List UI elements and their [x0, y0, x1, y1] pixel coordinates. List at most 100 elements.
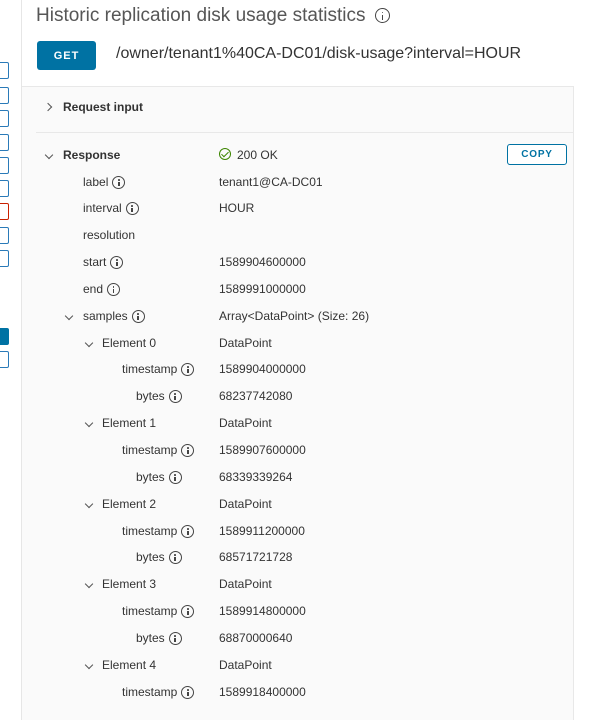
element-toggle[interactable]: Element 4 DataPoint — [0, 654, 590, 680]
field-key: timestamp — [122, 524, 195, 539]
bytes-row: bytes 68870000640 — [0, 627, 590, 653]
page-title-text: Historic replication disk usage statisti… — [36, 5, 366, 26]
field-key: interval — [83, 201, 139, 216]
field-key-text: timestamp — [122, 604, 178, 618]
element-toggle[interactable]: Element 3 DataPoint — [0, 573, 590, 599]
info-icon[interactable] — [131, 310, 145, 324]
element-label: Element 4 — [102, 658, 157, 672]
field-key-text: label — [83, 175, 109, 189]
element-label: Element 2 — [102, 497, 157, 511]
element-type: DataPoint — [219, 658, 272, 672]
field-key-text: samples — [83, 309, 128, 323]
chevron-down-icon — [84, 660, 94, 670]
bytes-value: 68870000640 — [219, 631, 293, 645]
field-value: 1589991000000 — [219, 282, 306, 296]
endpoint-path: /owner/tenant1%40CA-DC01/disk-usage?inte… — [116, 45, 522, 62]
timestamp-value: 1589918400000 — [219, 685, 306, 699]
bytes-value: 68571721728 — [219, 550, 293, 564]
status-text: 200 OK — [237, 148, 278, 162]
element-toggle[interactable]: Element 1 DataPoint — [0, 412, 590, 438]
info-icon[interactable] — [168, 551, 182, 565]
info-icon[interactable] — [112, 176, 126, 190]
chevron-down-icon — [84, 418, 94, 428]
info-icon[interactable] — [125, 202, 139, 216]
field-row-interval: interval HOUR — [0, 197, 590, 223]
rail-checkbox[interactable] — [0, 62, 9, 79]
success-check-icon — [219, 148, 231, 160]
timestamp-row: timestamp 1589907600000 — [0, 439, 590, 465]
field-key-text: bytes — [136, 631, 165, 645]
field-key: timestamp — [122, 685, 195, 700]
field-value: Array<DataPoint> (Size: 26) — [219, 309, 370, 323]
chevron-down-icon — [44, 150, 54, 160]
field-key: bytes — [136, 631, 182, 646]
field-key-text: timestamp — [122, 362, 178, 376]
timestamp-value: 1589911200000 — [219, 524, 305, 538]
field-key-text: resolution — [83, 228, 136, 242]
field-key-text: bytes — [136, 550, 165, 564]
element-type: DataPoint — [219, 577, 272, 591]
info-icon[interactable] — [181, 605, 195, 619]
info-icon[interactable] — [375, 8, 391, 24]
element-type: DataPoint — [219, 336, 272, 350]
bytes-row: bytes 68571721728 — [0, 546, 590, 572]
field-value: 1589904600000 — [219, 255, 306, 269]
field-key: bytes — [136, 550, 182, 565]
element-toggle[interactable]: Element 0 DataPoint — [0, 332, 590, 358]
info-icon[interactable] — [181, 444, 195, 458]
get-method-button[interactable]: GET — [37, 41, 96, 70]
field-key-text: timestamp — [122, 443, 178, 457]
bytes-row: bytes 68339339264 — [0, 466, 590, 492]
info-icon[interactable] — [168, 471, 182, 485]
copy-button[interactable]: COPY — [507, 144, 567, 165]
samples-toggle[interactable]: samples Array<DataPoint> (Size: 26) — [0, 305, 590, 331]
timestamp-value: 1589914800000 — [219, 604, 306, 618]
info-icon[interactable] — [181, 525, 195, 539]
chevron-down-icon — [84, 338, 94, 348]
page-title: Historic replication disk usage statisti… — [36, 5, 391, 27]
field-key-text: end — [83, 282, 104, 296]
bytes-row: bytes 68237742080 — [0, 385, 590, 411]
element-label: Element 1 — [102, 416, 157, 430]
element-type: DataPoint — [219, 497, 272, 511]
response-label: Response — [63, 148, 121, 162]
field-key: timestamp — [122, 362, 195, 377]
bytes-value: 68339339264 — [219, 470, 293, 484]
request-input-toggle[interactable]: Request input — [0, 96, 590, 122]
element-toggle[interactable]: Element 2 DataPoint — [0, 493, 590, 519]
timestamp-row: timestamp 1589904000000 — [0, 358, 590, 384]
field-key-text: start — [83, 255, 107, 269]
field-key: bytes — [136, 389, 182, 404]
field-row-start: start 1589904600000 — [0, 251, 590, 277]
bytes-value: 68237742080 — [219, 389, 293, 403]
field-value: tenant1@CA-DC01 — [219, 175, 323, 189]
info-icon[interactable] — [168, 390, 182, 404]
field-key-text: timestamp — [122, 685, 178, 699]
info-icon[interactable] — [181, 363, 195, 377]
info-icon[interactable] — [168, 632, 182, 646]
element-type: DataPoint — [219, 416, 272, 430]
field-key: bytes — [136, 470, 182, 485]
field-row-end: end 1589991000000 — [0, 278, 590, 304]
field-key: label — [83, 175, 126, 190]
info-icon[interactable] — [181, 686, 195, 700]
timestamp-row: timestamp 1589911200000 — [0, 520, 590, 546]
timestamp-value: 1589907600000 — [219, 443, 306, 457]
element-label: Element 3 — [102, 577, 157, 591]
chevron-down-icon — [84, 499, 94, 509]
field-key: timestamp — [122, 443, 195, 458]
request-input-label: Request input — [63, 100, 143, 114]
chevron-right-icon — [43, 102, 53, 112]
field-key: end — [83, 282, 121, 297]
response-toggle[interactable]: Response 200 OK — [0, 144, 590, 170]
field-key: timestamp — [122, 604, 195, 619]
field-key-text: bytes — [136, 470, 165, 484]
timestamp-row: timestamp 1589914800000 — [0, 600, 590, 626]
field-key-text: timestamp — [122, 524, 178, 538]
field-row-label: label tenant1@CA-DC01 — [0, 171, 590, 197]
chevron-down-icon — [64, 311, 74, 321]
info-icon[interactable] — [107, 283, 121, 297]
info-icon[interactable] — [110, 256, 124, 270]
status-badge: 200 OK — [219, 148, 278, 162]
timestamp-row: timestamp 1589918400000 — [0, 681, 590, 707]
